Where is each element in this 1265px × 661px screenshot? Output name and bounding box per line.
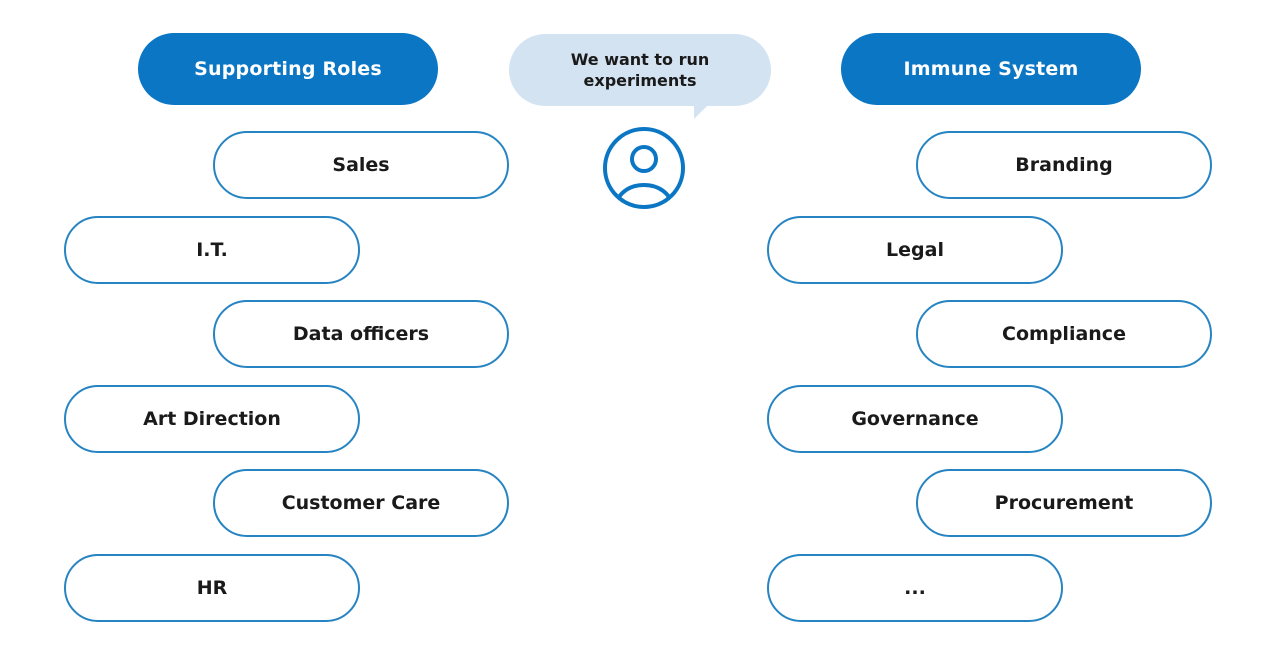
immune-pill-branding: Branding (916, 131, 1212, 199)
supporting-roles-header: Supporting Roles (138, 33, 438, 105)
pill-label: Art Direction (143, 408, 281, 430)
supporting-roles-title: Supporting Roles (194, 58, 382, 80)
immune-pill-more: ... (767, 554, 1063, 622)
immune-pill-procurement: Procurement (916, 469, 1212, 537)
pill-label: Data officers (292, 323, 430, 345)
role-pill-customer-care: Customer Care (213, 469, 509, 537)
pill-label: Branding (1015, 154, 1113, 176)
immune-system-header: Immune System (841, 33, 1141, 105)
role-pill-it: I.T. (64, 216, 360, 284)
role-pill-sales: Sales (213, 131, 509, 199)
pill-label: I.T. (196, 239, 228, 261)
pill-label: Legal (886, 239, 944, 261)
pill-label: Sales (332, 154, 390, 176)
pill-label: Governance (851, 408, 979, 430)
pill-label: ... (904, 577, 926, 599)
immune-pill-compliance: Compliance (916, 300, 1212, 368)
user-avatar-icon (603, 127, 685, 209)
role-pill-data-officers: Data officers (213, 300, 509, 368)
pill-label: Compliance (1002, 323, 1126, 345)
pill-label: Customer Care (281, 492, 441, 514)
speech-bubble-tail (694, 103, 710, 119)
pill-label: Procurement (994, 492, 1134, 514)
immune-system-title: Immune System (903, 58, 1079, 80)
speech-bubble-text: We want to run experiments (570, 50, 710, 90)
immune-pill-governance: Governance (767, 385, 1063, 453)
speech-bubble: We want to run experiments (509, 34, 771, 106)
role-pill-hr: HR (64, 554, 360, 622)
immune-pill-legal: Legal (767, 216, 1063, 284)
pill-label: HR (196, 577, 228, 599)
role-pill-art-direction: Art Direction (64, 385, 360, 453)
